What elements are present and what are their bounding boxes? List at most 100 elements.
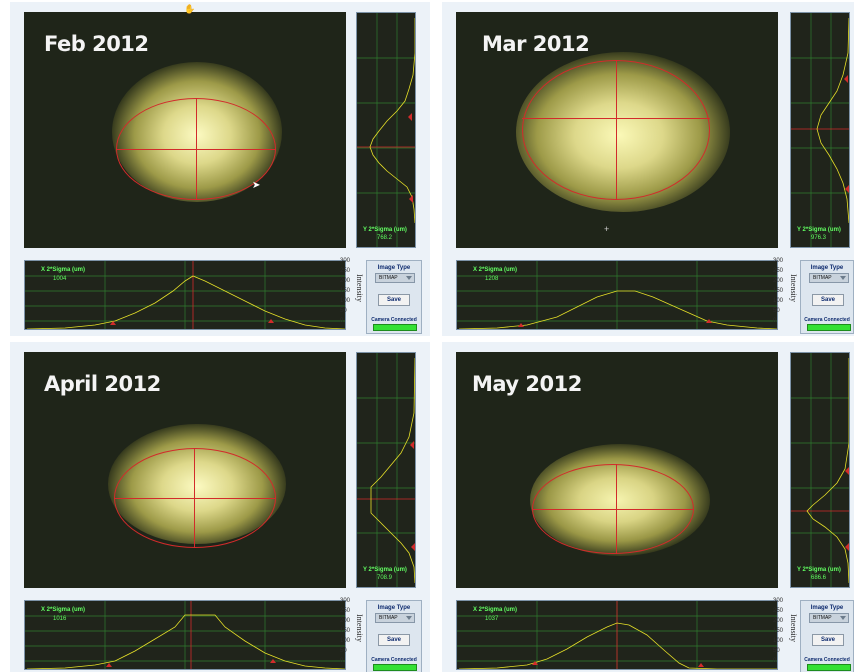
image-type-value: BITMAP bbox=[379, 615, 398, 621]
y-sigma-value: 686.6 bbox=[811, 575, 827, 581]
tick-0: 0 bbox=[773, 658, 777, 664]
beam-image-view[interactable]: May 2012 bbox=[456, 352, 778, 588]
control-box: Image Type BITMAP Save Camera Connected bbox=[800, 260, 854, 334]
crosshair-vertical bbox=[616, 60, 617, 200]
dropdown-arrow-icon bbox=[840, 276, 846, 280]
y-profile-svg bbox=[791, 13, 849, 247]
intensity-label: Intensity bbox=[355, 274, 364, 302]
tick-100: 100 bbox=[773, 298, 784, 304]
tick-150: 150 bbox=[773, 628, 784, 634]
beam-image-view[interactable]: Mar 2012 + bbox=[456, 12, 778, 248]
tick-300: 300 bbox=[773, 258, 784, 264]
image-type-value: BITMAP bbox=[813, 615, 832, 621]
mouse-pointer-icon: ✋ bbox=[184, 4, 196, 14]
y-profile-plot: Y 2*Sigma (um) 768.2 bbox=[356, 12, 416, 248]
profiler-panel-mar: Mar 2012 + Y 2*Sigma (um) 976.3 X 2*Sigm… bbox=[442, 2, 854, 336]
tick-250: 250 bbox=[773, 608, 784, 614]
intensity-label: Intensity bbox=[789, 274, 798, 302]
crosshair-horizontal bbox=[532, 509, 694, 510]
camera-connected-indicator bbox=[807, 664, 851, 671]
image-type-label: Image Type bbox=[810, 605, 844, 611]
camera-connected-indicator bbox=[373, 324, 417, 331]
month-label: Feb 2012 bbox=[44, 32, 149, 56]
profiler-panel-feb: Feb 2012 ➤ Y 2*Sigma (um) 768.2 X 2*Sigm… bbox=[10, 2, 430, 336]
y-sigma-value: 768.2 bbox=[377, 235, 393, 241]
image-type-value: BITMAP bbox=[813, 275, 832, 281]
y-profile-svg bbox=[357, 353, 415, 587]
x-profile-plot: X 2*Sigma (um) 1037 bbox=[456, 600, 778, 670]
y-sigma-value: 708.9 bbox=[377, 575, 393, 581]
save-button[interactable]: Save bbox=[812, 294, 844, 306]
tick-200: 200 bbox=[773, 618, 784, 624]
tick-150: 150 bbox=[340, 628, 351, 634]
month-label: May 2012 bbox=[472, 372, 582, 396]
dropdown-arrow-icon bbox=[840, 616, 846, 620]
x-sigma-value: 1004 bbox=[53, 276, 67, 282]
tick-250: 250 bbox=[340, 268, 351, 274]
save-button[interactable]: Save bbox=[812, 634, 844, 646]
save-button[interactable]: Save bbox=[378, 634, 410, 646]
crosshair-vertical bbox=[616, 464, 617, 554]
image-type-select[interactable]: BITMAP bbox=[809, 273, 849, 283]
beam-image-view[interactable]: April 2012 bbox=[24, 352, 346, 588]
dropdown-arrow-icon bbox=[406, 276, 412, 280]
tick-200: 200 bbox=[340, 618, 351, 624]
beam-image-view[interactable]: Feb 2012 ➤ bbox=[24, 12, 346, 248]
crosshair-cursor-icon: + bbox=[604, 224, 610, 234]
image-type-select[interactable]: BITMAP bbox=[375, 273, 415, 283]
tick-50: 50 bbox=[773, 308, 780, 314]
tick-300: 300 bbox=[340, 258, 351, 264]
tick-100: 100 bbox=[340, 638, 351, 644]
camera-status-label: Camera Connected bbox=[371, 317, 417, 323]
tick-100: 100 bbox=[773, 638, 784, 644]
y-sigma-label: Y 2*Sigma (um) bbox=[797, 227, 841, 233]
x-profile-plot: X 2*Sigma (um) 1004 bbox=[24, 260, 346, 330]
crosshair-vertical bbox=[194, 448, 195, 548]
tick-250: 250 bbox=[773, 268, 784, 274]
tick-300: 300 bbox=[773, 598, 784, 604]
crosshair-vertical bbox=[196, 98, 197, 200]
tick-50: 50 bbox=[340, 648, 347, 654]
image-type-select[interactable]: BITMAP bbox=[809, 613, 849, 623]
x-sigma-value: 1037 bbox=[485, 616, 499, 622]
month-label: April 2012 bbox=[44, 372, 161, 396]
tick-150: 150 bbox=[340, 288, 351, 294]
camera-connected-indicator bbox=[373, 664, 417, 671]
y-profile-plot: Y 2*Sigma (um) 708.9 bbox=[356, 352, 416, 588]
image-type-label: Image Type bbox=[377, 265, 411, 271]
y-profile-plot: Y 2*Sigma (um) 976.3 bbox=[790, 12, 850, 248]
tick-0: 0 bbox=[773, 318, 777, 324]
x-sigma-value: 1016 bbox=[53, 616, 67, 622]
tick-0: 0 bbox=[340, 658, 344, 664]
image-type-select[interactable]: BITMAP bbox=[375, 613, 415, 623]
tick-200: 200 bbox=[773, 278, 784, 284]
tick-300: 300 bbox=[340, 598, 351, 604]
control-box: Image Type BITMAP Save Camera Connected bbox=[366, 600, 422, 672]
camera-status-label: Camera Connected bbox=[371, 657, 417, 663]
tick-200: 200 bbox=[340, 278, 351, 284]
image-type-label: Image Type bbox=[810, 265, 844, 271]
intensity-label: Intensity bbox=[355, 614, 364, 642]
x-sigma-label: X 2*Sigma (um) bbox=[41, 607, 86, 613]
x-profile-plot: X 2*Sigma (um) 1016 bbox=[24, 600, 346, 670]
tick-0: 0 bbox=[340, 318, 344, 324]
x-profile-plot: X 2*Sigma (um) 1208 bbox=[456, 260, 778, 330]
y-sigma-label: Y 2*Sigma (um) bbox=[363, 227, 407, 233]
profiler-panel-april: April 2012 Y 2*Sigma (um) 708.9 X 2*Sigm… bbox=[10, 342, 430, 672]
control-box: Image Type BITMAP Save Camera Connected bbox=[800, 600, 854, 672]
control-box: Image Type BITMAP Save Camera Connected bbox=[366, 260, 422, 334]
profiler-panel-may: May 2012 Y 2*Sigma (um) 686.6 X 2*Sigma … bbox=[442, 342, 854, 672]
mouse-pointer-icon: ➤ bbox=[252, 180, 261, 191]
crosshair-horizontal bbox=[114, 498, 276, 499]
camera-status-label: Camera Connected bbox=[804, 657, 850, 663]
x-sigma-label: X 2*Sigma (um) bbox=[473, 607, 518, 613]
dropdown-arrow-icon bbox=[406, 616, 412, 620]
tick-250: 250 bbox=[340, 608, 351, 614]
month-label: Mar 2012 bbox=[482, 32, 590, 56]
y-profile-plot: Y 2*Sigma (um) 686.6 bbox=[790, 352, 850, 588]
save-button[interactable]: Save bbox=[378, 294, 410, 306]
image-type-value: BITMAP bbox=[379, 275, 398, 281]
tick-50: 50 bbox=[773, 648, 780, 654]
y-sigma-value: 976.3 bbox=[811, 235, 827, 241]
x-sigma-label: X 2*Sigma (um) bbox=[41, 267, 86, 273]
